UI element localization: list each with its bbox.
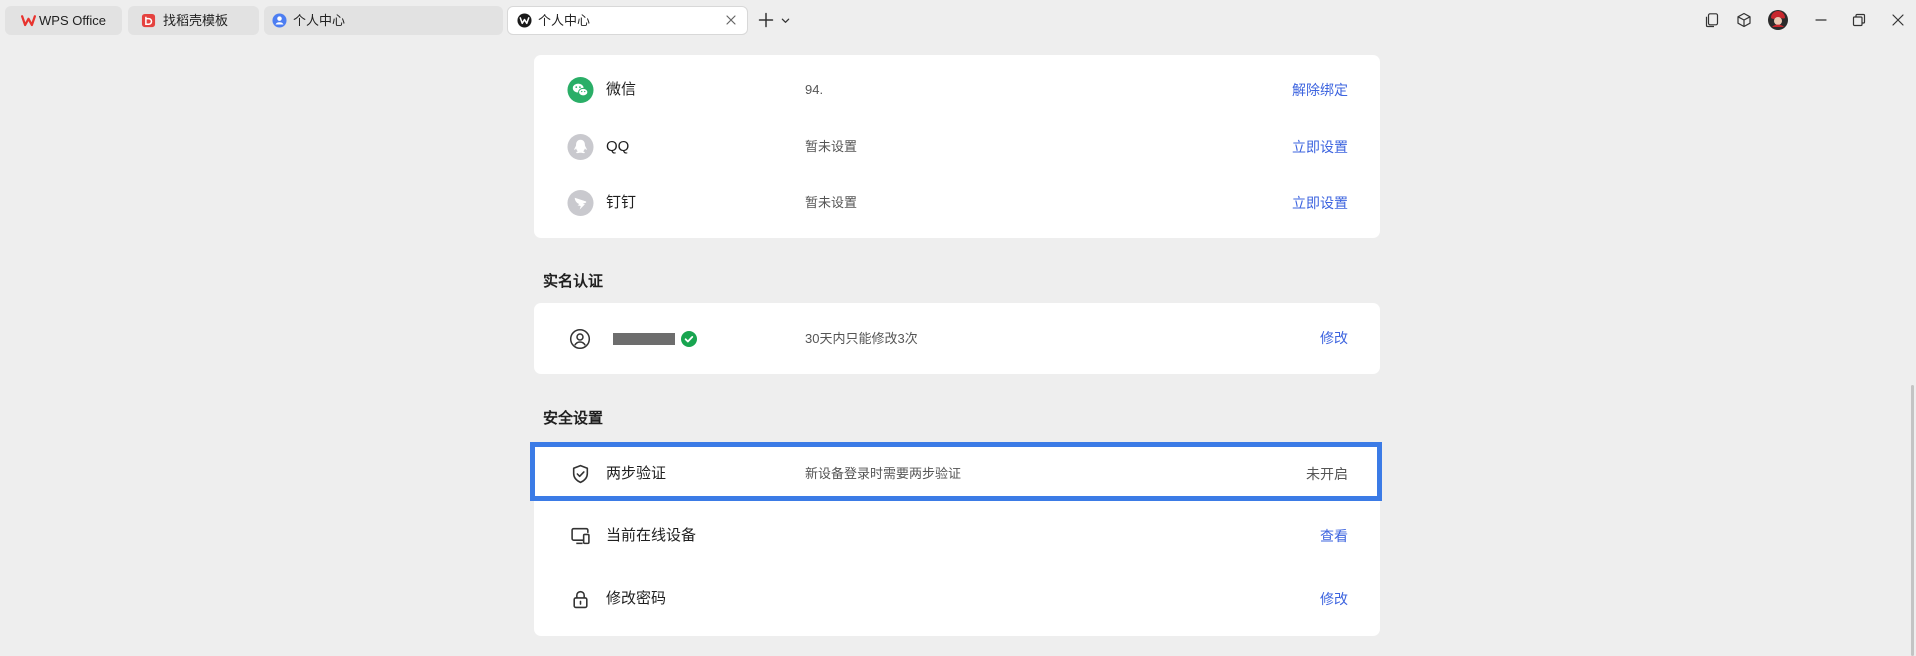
minimize-icon[interactable] [1813, 12, 1829, 28]
tab-label: 个人中心 [293, 13, 346, 28]
tab-wps-office[interactable]: WPS Office [5, 6, 122, 35]
security-item-desc: 新设备登录时需要两步验证 [805, 466, 962, 481]
shield-check-icon [570, 464, 591, 485]
tab-bar: WPS Office 找稻壳模板 个人中心 个人中心 [0, 0, 1916, 40]
real-name-row: 30天内只能修改3次 修改 [534, 303, 1380, 374]
tab-user-center-active[interactable]: 个人中心 [507, 6, 748, 35]
edit-real-name-link[interactable]: 修改 [1320, 303, 1348, 374]
binding-value: 94. [805, 82, 824, 97]
binding-name: QQ [606, 138, 630, 155]
security-row-online-devices: 当前在线设备 查看 [534, 508, 1380, 564]
tab-label: WPS Office [39, 13, 106, 28]
docer-template-icon [141, 13, 156, 28]
restore-icon[interactable] [1851, 12, 1867, 28]
view-devices-link[interactable]: 查看 [1320, 508, 1348, 564]
security-item-label: 当前在线设备 [606, 527, 697, 544]
lock-icon [570, 589, 591, 610]
close-tab-icon[interactable] [725, 14, 737, 26]
wps-w-icon [517, 13, 532, 28]
change-password-link[interactable]: 修改 [1320, 571, 1348, 627]
real-name-title: 实名认证 [543, 273, 604, 290]
devices-icon [570, 526, 591, 547]
bind-qq-link[interactable]: 立即设置 [1292, 119, 1348, 175]
redacted-name [613, 333, 675, 345]
binding-name: 微信 [606, 81, 637, 98]
cube-icon[interactable] [1736, 12, 1752, 28]
security-title: 安全设置 [543, 410, 604, 427]
binding-row-dingtalk: 钉钉 暂未设置 立即设置 [534, 175, 1380, 231]
tab-label: 找稻壳模板 [163, 13, 229, 28]
binding-value: 暂未设置 [805, 195, 858, 210]
vertical-scrollbar[interactable] [1911, 385, 1914, 656]
dingtalk-icon [567, 189, 594, 217]
wps-logo-icon [21, 13, 36, 28]
unbind-wechat-link[interactable]: 解除绑定 [1292, 62, 1348, 118]
user-circle-icon [569, 328, 591, 350]
binding-row-wechat: 微信 94. 解除绑定 [534, 62, 1380, 118]
qq-icon [567, 133, 594, 161]
account-binding-card: 微信 94. 解除绑定 QQ 暂未设置 立即设置 钉钉 暂未设置 立即设置 [534, 55, 1380, 238]
binding-name: 钉钉 [606, 194, 637, 211]
two-step-status[interactable]: 未开启 [1306, 446, 1348, 502]
user-center-icon [272, 13, 287, 28]
binding-row-qq: QQ 暂未设置 立即设置 [534, 119, 1380, 175]
tab-label: 个人中心 [538, 13, 591, 28]
security-card: 两步验证 新设备登录时需要两步验证 未开启 当前在线设备 查看 修改密码 修改 [534, 442, 1380, 636]
user-avatar[interactable] [1768, 10, 1788, 30]
wechat-icon [567, 76, 594, 104]
close-icon[interactable] [1890, 12, 1906, 28]
security-row-change-password: 修改密码 修改 [534, 571, 1380, 627]
real-name-note: 30天内只能修改3次 [805, 331, 918, 346]
tab-user-center[interactable]: 个人中心 [264, 6, 503, 35]
plus-icon[interactable] [758, 12, 774, 28]
security-item-label: 两步验证 [606, 465, 667, 482]
verified-check-icon [681, 331, 697, 347]
security-row-two-step[interactable]: 两步验证 新设备登录时需要两步验证 未开启 [534, 446, 1380, 502]
real-name-card: 30天内只能修改3次 修改 [534, 303, 1380, 374]
multi-window-icon[interactable] [1704, 12, 1720, 28]
security-item-label: 修改密码 [606, 590, 667, 607]
binding-value: 暂未设置 [805, 139, 858, 154]
chevron-down-icon[interactable] [781, 16, 790, 25]
bind-dingtalk-link[interactable]: 立即设置 [1292, 175, 1348, 231]
tab-docer-templates[interactable]: 找稻壳模板 [128, 6, 259, 35]
